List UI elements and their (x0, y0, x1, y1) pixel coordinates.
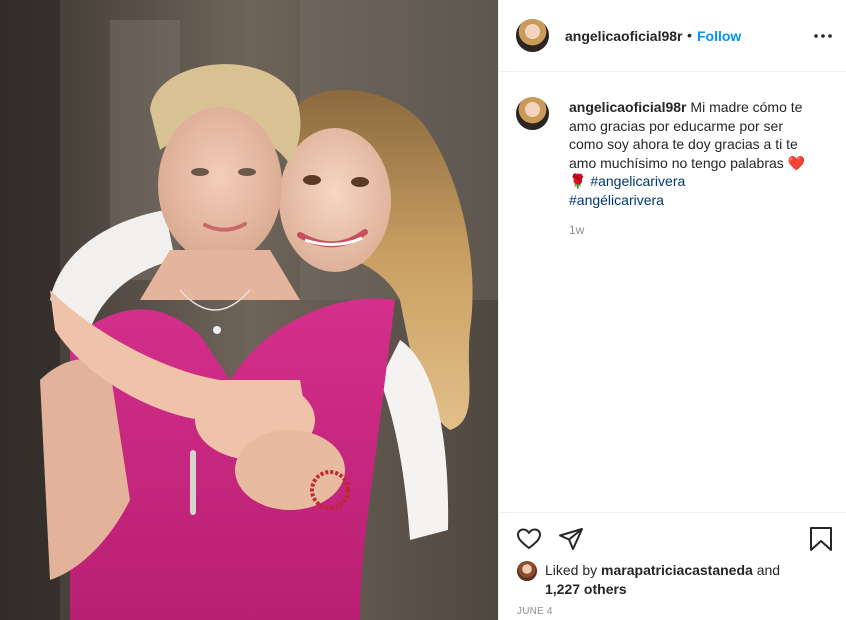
bookmark-icon[interactable] (807, 525, 835, 553)
hashtag-link[interactable]: #angelicarivera (590, 173, 685, 189)
caption-text: angelicaoficial98r Mi madre cómo te amo … (569, 98, 819, 209)
post-date[interactable]: JUNE 4 (517, 606, 553, 617)
heart-icon[interactable] (515, 525, 543, 553)
post-header: angelicaoficial98r • Follow (499, 0, 846, 72)
post-image (0, 0, 498, 620)
post-actions: Liked by marapatriciacastaneda and 1,227… (499, 512, 846, 620)
liked-by-prefix: Liked by (545, 562, 598, 578)
liker-username[interactable]: marapatriciacastaneda (601, 562, 753, 578)
caption-username[interactable]: angelicaoficial98r (569, 99, 687, 115)
separator-dot: • (687, 27, 692, 43)
hashtag-link[interactable]: #angélicarivera (569, 192, 664, 208)
post-details-panel: angelicaoficial98r • Follow angelicaofic… (498, 0, 846, 620)
others-count[interactable]: 1,227 others (545, 581, 627, 597)
follow-button[interactable]: Follow (697, 28, 741, 44)
paper-plane-icon[interactable] (557, 525, 585, 553)
post-photo[interactable] (0, 0, 498, 620)
liker-avatar[interactable] (517, 561, 537, 581)
liked-by-text: Liked by marapatriciacastaneda and 1,227… (545, 561, 835, 599)
author-username[interactable]: angelicaoficial98r (565, 28, 683, 44)
caption-avatar[interactable] (516, 97, 549, 130)
caption-timestamp[interactable]: 1w (569, 223, 584, 237)
liked-by-and: and (756, 562, 781, 578)
author-avatar[interactable] (516, 19, 549, 52)
more-horizontal-icon[interactable] (813, 28, 833, 44)
